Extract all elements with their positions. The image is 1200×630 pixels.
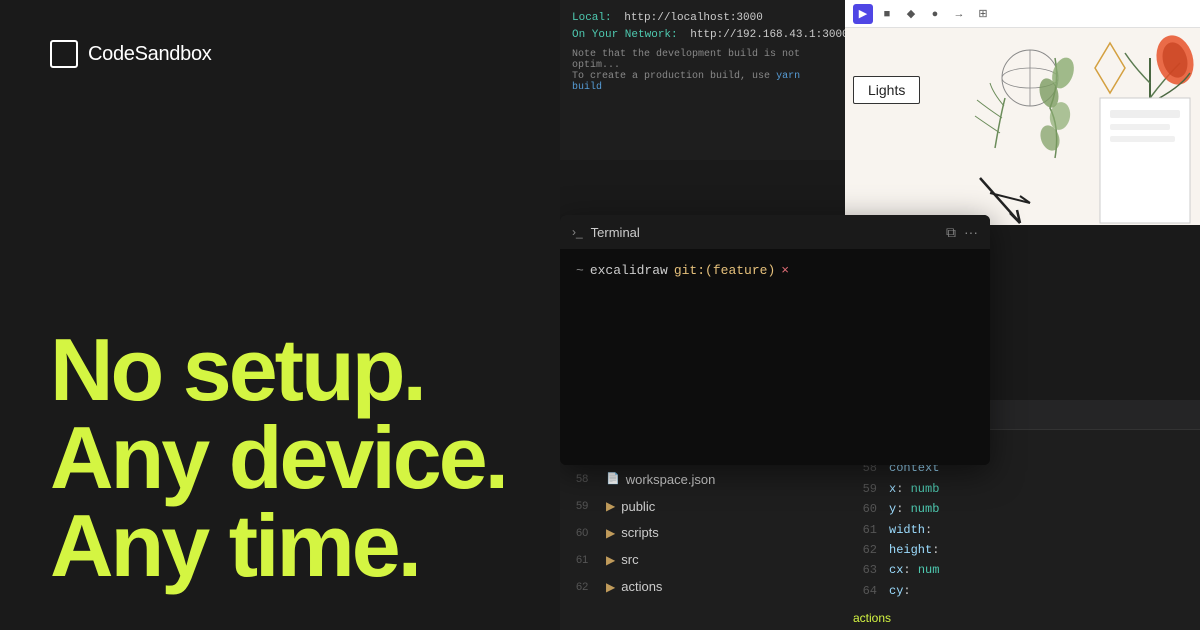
folder-name-public: public xyxy=(621,497,655,518)
prompt-branch: git:(feature) xyxy=(674,263,775,278)
terminal-body: ~ excalidraw git:(feature) × xyxy=(560,249,990,292)
logo-icon xyxy=(50,40,78,68)
network-value: http://192.168.43.1:3000 xyxy=(690,29,848,41)
folder-name-actions: actions xyxy=(621,577,662,598)
botanical-illustration xyxy=(845,28,1200,225)
prompt-arrow: ~ xyxy=(576,263,584,278)
code-line-62: 62 height: xyxy=(857,540,1188,560)
terminal-prompt-line: ~ excalidraw git:(feature) × xyxy=(576,263,974,278)
terminal-title: Terminal xyxy=(591,225,938,240)
prompt-dir: excalidraw xyxy=(590,263,668,278)
code-line-59: 59 x: numb xyxy=(857,479,1188,499)
hero-text: No setup. Any device. Any time. xyxy=(50,326,530,590)
terminal-titlebar: ›_ Terminal ⧉ ··· xyxy=(560,215,990,249)
toolbar-grid-icon[interactable]: ⊞ xyxy=(973,4,993,24)
lights-label: Lights xyxy=(853,76,920,104)
panels-area: Local: http://localhost:3000 On Your Net… xyxy=(560,0,1200,630)
folder-icon-src: ▶ xyxy=(606,551,615,570)
file-name-workspace-json: workspace.json xyxy=(626,470,716,491)
hero-line1: No setup. xyxy=(50,326,530,414)
code-line-63: 63 cx: num xyxy=(857,560,1188,580)
toolbar-diamond-icon[interactable]: ◆ xyxy=(901,4,921,24)
file-tree-item-public[interactable]: 59 ▶ public xyxy=(560,494,845,521)
file-icon-workspace-json: 📄 xyxy=(606,471,620,489)
actions-label: actions xyxy=(853,611,891,625)
actions-bar: actions xyxy=(845,605,861,630)
hero-line2: Any device. xyxy=(50,414,530,502)
design-panel: ▶ ■ ◆ ● → ⊞ xyxy=(845,0,1200,225)
folder-name-scripts: scripts xyxy=(621,523,659,544)
local-label: Local: xyxy=(572,12,612,24)
terminal-controls: ⧉ ··· xyxy=(946,224,978,241)
local-value: http://localhost:3000 xyxy=(624,12,763,24)
dev-note2: To create a production build, use yarn b… xyxy=(572,71,833,93)
code-line-60: 60 y: numb xyxy=(857,499,1188,519)
prompt-x: × xyxy=(781,263,789,278)
dev-server-panel: Local: http://localhost:3000 On Your Net… xyxy=(560,0,845,160)
folder-name-src: src xyxy=(621,550,638,571)
terminal-panel: ›_ Terminal ⧉ ··· ~ excalidraw git:(feat… xyxy=(560,215,990,465)
file-tree-item-workspace-json[interactable]: 58 📄 workspace.json xyxy=(560,467,845,494)
toolbar-circle-icon[interactable]: ● xyxy=(925,4,945,24)
logo-text: CodeSandbox xyxy=(88,43,211,66)
terminal-prompt-icon: ›_ xyxy=(572,225,583,239)
dev-note1: Note that the development build is not o… xyxy=(572,49,833,71)
folder-icon-scripts: ▶ xyxy=(606,524,615,543)
toolbar-stop-icon[interactable]: ■ xyxy=(877,4,897,24)
toolbar-play-icon[interactable]: ▶ xyxy=(853,4,873,24)
file-tree-panel: 57 📄 project.json 58 📄 workspace.json 59… xyxy=(560,440,845,630)
file-tree-item-actions[interactable]: 62 ▶ actions xyxy=(560,574,845,601)
folder-icon-public: ▶ xyxy=(606,497,615,516)
botanical-area: Lights xyxy=(845,28,1200,225)
folder-icon-actions: ▶ xyxy=(606,578,615,597)
network-label: On Your Network: xyxy=(572,29,678,41)
terminal-expand-button[interactable]: ⧉ xyxy=(946,224,956,241)
file-tree-item-scripts[interactable]: 60 ▶ scripts xyxy=(560,520,845,547)
code-line-61: 61 width: xyxy=(857,520,1188,540)
file-tree-item-src[interactable]: 61 ▶ src xyxy=(560,547,845,574)
design-toolbar: ▶ ■ ◆ ● → ⊞ xyxy=(845,0,1200,28)
toolbar-arrow-icon[interactable]: → xyxy=(949,4,969,24)
hero-line3: Any time. xyxy=(50,502,530,590)
hero-section: CodeSandbox No setup. Any device. Any ti… xyxy=(0,0,580,630)
code-line-64: 64 cy: xyxy=(857,581,1188,601)
terminal-menu-button[interactable]: ··· xyxy=(964,224,978,240)
logo-area: CodeSandbox xyxy=(50,40,530,68)
